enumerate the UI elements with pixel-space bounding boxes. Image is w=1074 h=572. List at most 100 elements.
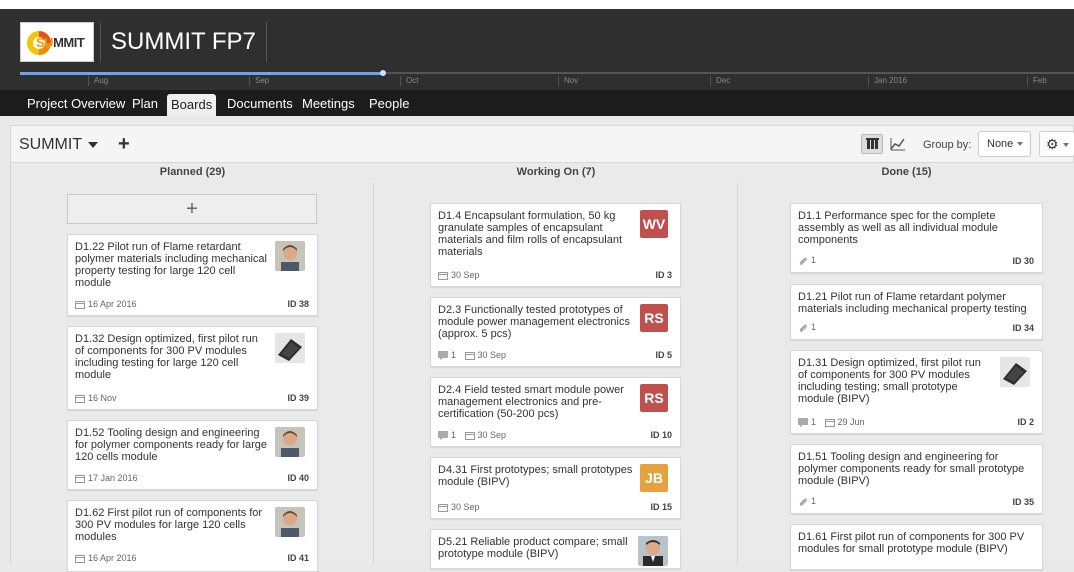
card-footer: 16 Apr 2016: [75, 299, 137, 309]
calendar-icon: [464, 352, 475, 360]
avatar[interactable]: [1000, 357, 1030, 387]
module-photo-icon: [1000, 357, 1030, 387]
add-card-button[interactable]: +: [67, 194, 317, 224]
board-selector[interactable]: SUMMIT: [19, 136, 99, 154]
avatar[interactable]: [275, 333, 305, 363]
nav-documents[interactable]: Documents: [223, 95, 297, 116]
card-title: D5.21 Reliable product compare; small pr…: [438, 536, 628, 560]
card-id: ID 34: [1012, 323, 1034, 333]
card-id: ID 38: [287, 299, 309, 309]
person-avatar-icon: [638, 536, 668, 566]
card[interactable]: D5.21 Reliable product compare; small pr…: [430, 529, 681, 569]
comment-count: 1: [451, 429, 457, 440]
nav-project-overview[interactable]: Project Overview: [23, 95, 129, 116]
card[interactable]: D1.31 Design optimized, first pilot run …: [790, 350, 1043, 434]
card-footer: 17 Jan 2016: [75, 473, 138, 483]
card-id: ID 35: [1012, 497, 1034, 507]
card-date: 30 Sep: [451, 269, 480, 280]
columns-view-icon: [866, 138, 879, 149]
timeline-month: Feb: [1027, 76, 1047, 86]
card-title: D1.1 Performance spec for the complete a…: [798, 210, 998, 246]
logo-text: SUMMIT: [36, 35, 85, 50]
attachment-count: 1: [811, 322, 817, 333]
card-date: 30 Sep: [477, 429, 507, 440]
group-by-select[interactable]: None: [978, 131, 1031, 157]
app-title: SUMMIT FP7: [100, 22, 267, 62]
caret-down-icon: [88, 141, 99, 148]
card[interactable]: D4.31 First prototypes; small prototypes…: [430, 457, 681, 519]
card-date: 29 Jun: [837, 416, 865, 427]
nav-boards[interactable]: Boards: [167, 94, 217, 116]
card-id: ID 15: [650, 502, 672, 512]
calendar-icon: [824, 419, 835, 427]
column-headers: Planned (29) Working On (7) Done (15): [11, 162, 1074, 184]
card[interactable]: D1.22 Pilot run of Flame retardant polym…: [67, 234, 318, 316]
column-header-done: Done (15): [881, 166, 932, 178]
card-footer: 1: [798, 496, 816, 507]
card[interactable]: D1.1 Performance spec for the complete a…: [790, 203, 1043, 273]
card[interactable]: D1.32 Design optimized, first pilot run …: [67, 326, 318, 410]
top-bar: SUMMIT SUMMIT FP7 Aug Sep Oct Nov Dec Ja…: [0, 0, 1074, 90]
comment-count: 1: [811, 416, 817, 427]
card[interactable]: D2.3 Functionally tested prototypes of m…: [430, 297, 681, 367]
person-avatar-icon: [275, 427, 305, 457]
card[interactable]: D1.52 Tooling design and engineering for…: [67, 420, 318, 490]
module-photo-icon: [275, 333, 305, 363]
attachment-count: 1: [811, 255, 817, 266]
gear-icon: ⚙: [1046, 136, 1059, 152]
nav-people[interactable]: People: [365, 95, 413, 116]
assignee-badge[interactable]: JB: [640, 464, 668, 492]
card-title: D4.31 First prototypes; small prototypes…: [438, 464, 633, 488]
avatar[interactable]: [275, 507, 305, 537]
column-header-planned: Planned (29): [159, 166, 226, 178]
card-date: 16 Apr 2016: [88, 298, 137, 309]
assignee-badge[interactable]: RS: [640, 384, 668, 412]
card-id: ID 39: [287, 393, 309, 403]
card-date: 16 Apr 2016: [88, 552, 137, 563]
timeline-month: Nov: [558, 76, 578, 86]
timeline-month: Sep: [249, 76, 269, 86]
nav-plan[interactable]: Plan: [128, 95, 162, 116]
timeline-month: Dec: [710, 76, 730, 86]
card-id: ID 3: [655, 270, 672, 280]
card[interactable]: D1.21 Pilot run of Flame retardant polym…: [790, 284, 1043, 340]
comment-icon: [438, 431, 448, 440]
board-view-button[interactable]: [861, 134, 883, 154]
card-footer: 1: [798, 322, 816, 333]
card-title: D1.52 Tooling design and engineering for…: [75, 427, 267, 463]
card-id: ID 5: [655, 350, 672, 360]
main-nav: Project Overview Plan Boards Documents M…: [0, 90, 1074, 116]
card-title: D1.61 First pilot run of components for …: [798, 531, 1025, 555]
paperclip-icon: [799, 257, 807, 265]
avatar[interactable]: [638, 536, 668, 566]
card[interactable]: D2.4 Field tested smart module power man…: [430, 377, 681, 447]
assignee-badge[interactable]: WV: [640, 210, 668, 238]
card-id: ID 40: [287, 473, 309, 483]
card-footer: 30 Sep: [438, 270, 480, 280]
add-board-button[interactable]: +: [118, 133, 130, 156]
card[interactable]: D1.62 First pilot run of components for …: [67, 500, 318, 572]
comment-icon: [798, 418, 808, 427]
avatar[interactable]: [275, 427, 305, 457]
timeline-month: Aug: [88, 76, 108, 86]
column-header-working-on: Working On (7): [516, 166, 596, 178]
card-title: D1.31 Design optimized, first pilot run …: [798, 357, 981, 405]
calendar-icon: [75, 475, 85, 483]
timeline-month: Oct: [400, 76, 418, 86]
card[interactable]: D1.51 Tooling design and engineering for…: [790, 444, 1043, 514]
summit-logo[interactable]: SUMMIT: [20, 22, 94, 62]
caret-down-icon: [1062, 143, 1069, 148]
person-avatar-icon: [275, 507, 305, 537]
caret-down-icon: [1017, 142, 1024, 147]
card[interactable]: D1.4 Encapsulant formulation, 50 kg gran…: [430, 203, 681, 287]
settings-button[interactable]: ⚙: [1039, 131, 1074, 157]
card-title: D1.51 Tooling design and engineering for…: [798, 451, 1025, 487]
avatar[interactable]: [275, 241, 305, 271]
chart-view-button[interactable]: [887, 134, 909, 154]
card-id: ID 2: [1017, 417, 1034, 427]
card[interactable]: D1.61 First pilot run of components for …: [790, 524, 1043, 570]
comment-count: 1: [451, 349, 457, 360]
calendar-icon: [75, 555, 85, 563]
assignee-badge[interactable]: RS: [640, 304, 668, 332]
nav-meetings[interactable]: Meetings: [298, 95, 359, 116]
